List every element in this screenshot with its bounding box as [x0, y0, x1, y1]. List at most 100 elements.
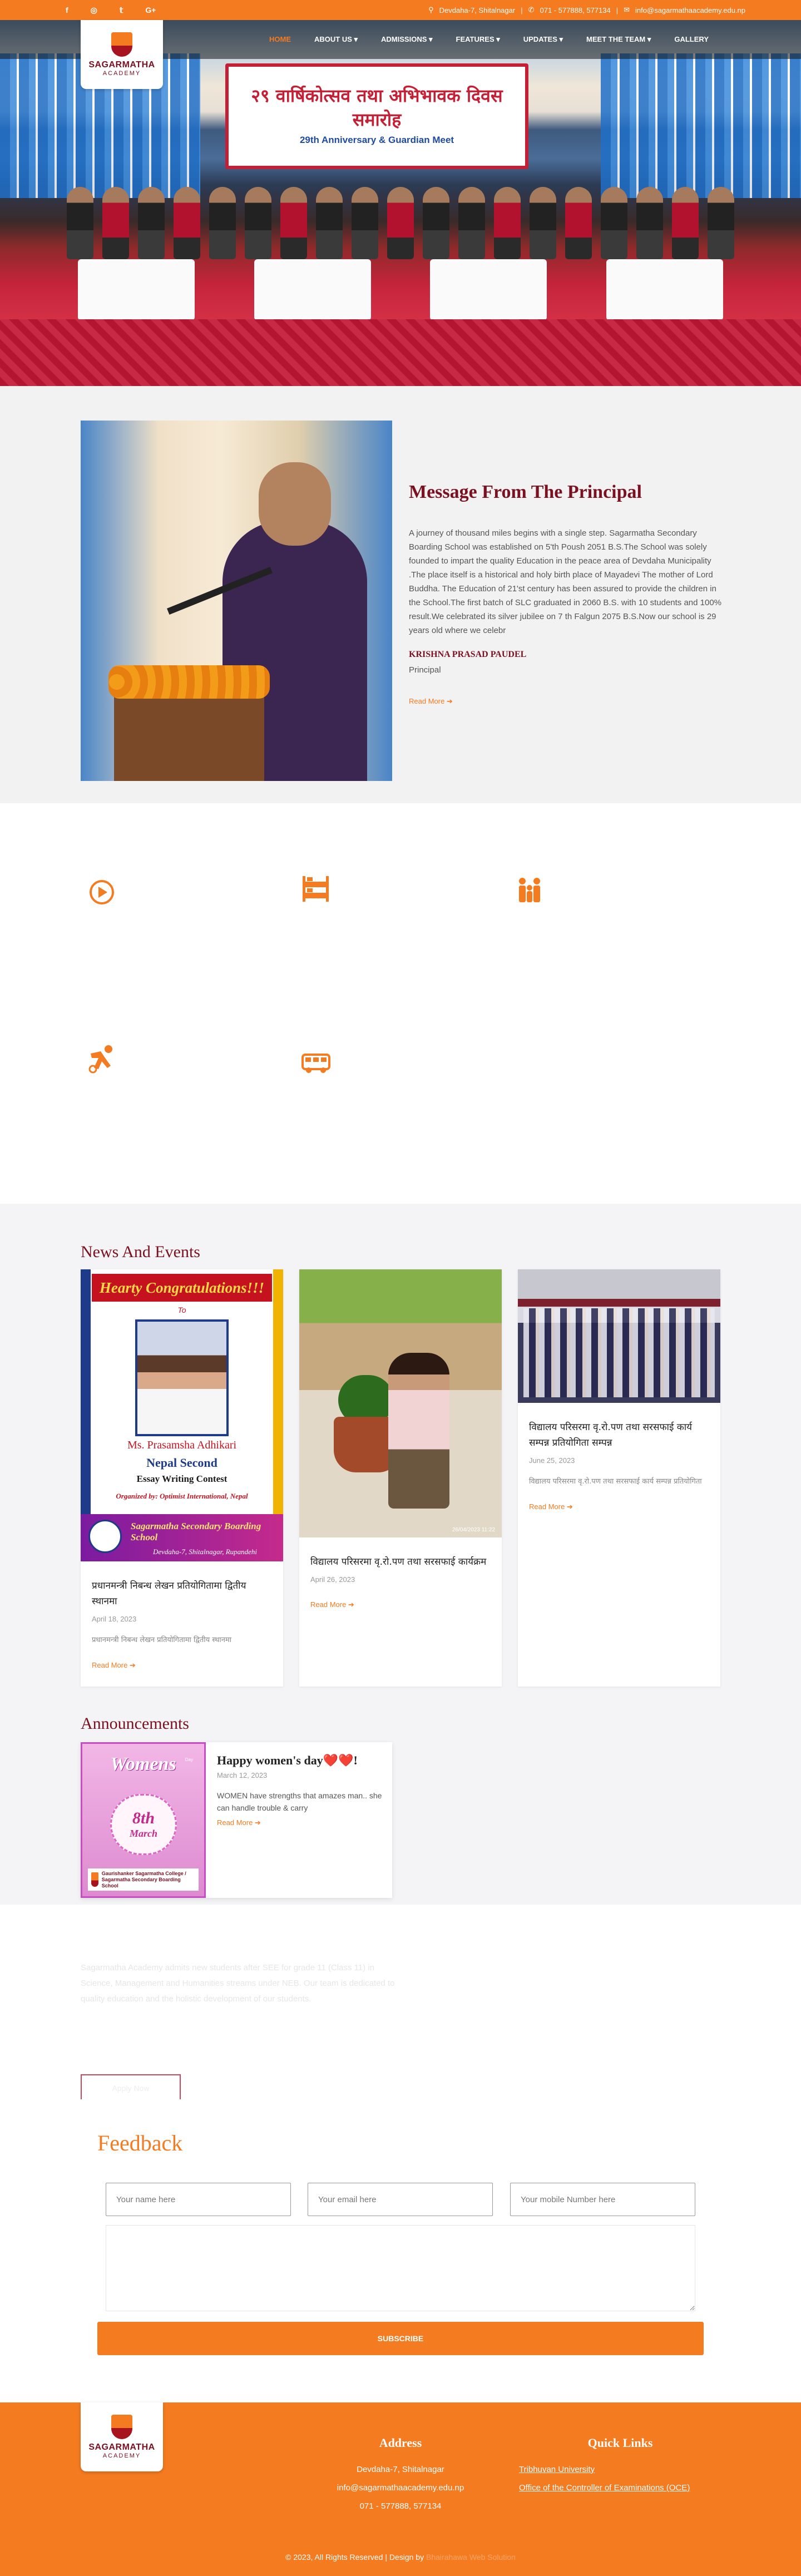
principal-photo: [81, 421, 392, 781]
bunk-bed-icon[interactable]: [300, 873, 332, 904]
designer-link[interactable]: Bhairahawa Web Solution: [426, 2553, 516, 2562]
banner-title: २९ वार्षिकोत्सव तथा अभिभावक दिवस समारोह: [251, 85, 503, 130]
principal-body: A journey of thousand miles begins with …: [409, 528, 722, 635]
hero-banner: २९ वार्षिकोत्सव तथा अभिभावक दिवस समारोह …: [225, 63, 528, 169]
facebook-icon[interactable]: f: [66, 6, 68, 15]
bus-icon[interactable]: [300, 1048, 332, 1079]
news-card[interactable]: 26/04/2023 11:22 विद्यालय परिसरमा वृ.रो.…: [299, 1269, 502, 1687]
nav-admissions[interactable]: ADMISSIONS ▾: [381, 35, 432, 44]
feedback-heading: Feedback: [97, 2130, 183, 2155]
congratulations-poster: Hearty Congratulations!!! To Ms. Prasams…: [81, 1269, 283, 1561]
sports-icon[interactable]: [86, 1044, 117, 1075]
principal-message-section: Message From The Principal A journey of …: [0, 386, 801, 803]
divider: |: [521, 6, 523, 14]
college-crest-icon: [91, 1872, 98, 1887]
announcement-date: March 12, 2023: [217, 1771, 268, 1779]
group-photo: [518, 1269, 720, 1403]
footer-email[interactable]: info@sagarmathaacademy.edu.np: [312, 2483, 490, 2493]
email-input[interactable]: [308, 2183, 493, 2216]
tree-planting-photo: 26/04/2023 11:22: [299, 1269, 502, 1537]
phone-input[interactable]: [510, 2183, 695, 2216]
logo-subtitle: ACADEMY: [102, 70, 141, 77]
subscribe-button[interactable]: SUBSCRIBE: [97, 2322, 704, 2355]
news-read-more-link[interactable]: Read More ➔: [92, 1661, 136, 1670]
poster-address: Devdaha-7, Shitalnagar, Rupandehi: [153, 1547, 258, 1556]
womens-day-poster: Womens Day 8th March Gaurishanker Sagarm…: [81, 1742, 206, 1898]
site-logo[interactable]: SAGARMATHA ACADEMY: [81, 20, 163, 89]
announcement-card[interactable]: Womens Day 8th March Gaurishanker Sagarm…: [81, 1742, 392, 1898]
nav-home[interactable]: HOME: [269, 35, 291, 44]
contact-info: ⚲ Devdaha-7, Shitalnagar | ✆ 071 - 57788…: [428, 6, 745, 14]
announcement-excerpt: WOMEN have strengths that amazes man.. s…: [217, 1791, 382, 1812]
cta-button[interactable]: Apply Now: [81, 2074, 181, 2102]
news-title[interactable]: विद्यालय परिसरमा वृ.रो.पण तथा सरसफाई कार…: [529, 1420, 709, 1451]
nav-meet-the-team[interactable]: MEET THE TEAM ▾: [586, 35, 651, 44]
news-read-more-link[interactable]: Read More ➔: [310, 1600, 354, 1609]
footer-quick-links: Quick Links Tribhuvan University Office …: [501, 2436, 740, 2501]
nav-about-us[interactable]: ABOUT US ▾: [314, 35, 358, 44]
news-card[interactable]: विद्यालय परिसरमा वृ.रो.पण तथा सरसफाई कार…: [518, 1269, 720, 1687]
cta-text: Sagarmatha Academy admits new students a…: [81, 1963, 395, 2004]
principal-read-more-link[interactable]: Read More ➔: [409, 697, 453, 706]
poster-date-month: March: [129, 1828, 157, 1839]
footer-address-heading: Address: [379, 2436, 422, 2450]
news-date: April 18, 2023: [92, 1615, 137, 1623]
copyright: © 2023, All Rights Reserved | Design by …: [0, 2553, 801, 2562]
announcement-title[interactable]: Happy women's day❤️❤️!: [217, 1753, 384, 1768]
footer-link-oce[interactable]: Office of the Controller of Examinations…: [519, 2483, 690, 2493]
poster-day-text: Day: [185, 1757, 193, 1762]
poster-footer: Sagarmatha Secondary Boarding School Dev…: [81, 1514, 283, 1561]
photo-timestamp: 26/04/2023 11:22: [452, 1527, 495, 1533]
poster-event: Essay Writing Contest: [136, 1474, 228, 1484]
poster-student-name: Ms. Prasamsha Adhikari: [127, 1439, 237, 1451]
news-excerpt: प्रधानमन्त्री निबन्ध लेखन प्रतियोगितामा …: [92, 1636, 232, 1644]
logo-name: SAGARMATHA: [88, 2442, 155, 2452]
news-date: June 25, 2023: [529, 1456, 575, 1465]
top-bar: f ◎ 𝕥 G+ ⚲ Devdaha-7, Shitalnagar | ✆ 07…: [0, 0, 801, 20]
nav-updates[interactable]: UPDATES ▾: [523, 35, 563, 44]
twitter-icon[interactable]: 𝕥: [120, 6, 123, 15]
poster-to: To: [177, 1306, 186, 1314]
principal-name: KRISHNA PRASAD PAUDEL: [409, 650, 527, 659]
phone-text: 071 - 577888, 577134: [540, 6, 611, 14]
principal-message: Message From The Principal A journey of …: [409, 482, 723, 706]
logo-subtitle: ACADEMY: [102, 2453, 141, 2459]
poster-date-number: 8th: [132, 1809, 155, 1827]
feedback-section: Feedback SUBSCRIBE: [0, 2099, 801, 2402]
news-title[interactable]: प्रधानमन्त्री निबन्ध लेखन प्रतियोगितामा …: [92, 1578, 272, 1609]
footer-address-line: Devdaha-7, Shitalnagar: [357, 2465, 444, 2474]
news-heading: News And Events: [81, 1243, 200, 1261]
poster-organizer: Organized by: Optimist International, Ne…: [116, 1492, 248, 1500]
poster-school: Sagarmatha Secondary Boarding School: [131, 1521, 261, 1542]
poster-heading: Hearty Congratulations!!!: [92, 1274, 272, 1302]
video-play-icon[interactable]: [86, 877, 117, 908]
phone-icon: ✆: [528, 6, 535, 14]
logo-crest-icon: [111, 32, 132, 57]
instagram-icon[interactable]: ◎: [91, 6, 97, 15]
nav-features[interactable]: FEATURES ▾: [456, 35, 500, 44]
announcements-heading: Announcements: [81, 1714, 189, 1733]
nav-gallery[interactable]: GALLERY: [674, 35, 709, 44]
social-links: f ◎ 𝕥 G+: [66, 6, 156, 15]
footer-phone: 071 - 577888, 577134: [359, 2501, 442, 2511]
email-link[interactable]: info@sagarmathaacademy.edu.np: [635, 6, 745, 14]
footer-link-tribhuvan[interactable]: Tribhuvan University: [519, 2465, 595, 2474]
site-footer: SAGARMATHA ACADEMY Address Devdaha-7, Sh…: [0, 2402, 801, 2576]
family-icon[interactable]: [515, 874, 546, 906]
principal-heading: Message From The Principal: [409, 482, 642, 502]
news-read-more-link[interactable]: Read More ➔: [529, 1502, 573, 1511]
news-card[interactable]: Hearty Congratulations!!! To Ms. Prasams…: [81, 1269, 283, 1687]
news-title[interactable]: विद्यालय परिसरमा वृ.रो.पण तथा सरसफाई कार…: [310, 1554, 491, 1570]
logo-crest-icon: [111, 2415, 132, 2439]
message-textarea[interactable]: [106, 2225, 695, 2311]
poster-logo: Gaurishanker Sagarmatha College / Sagarm…: [88, 1868, 199, 1891]
name-input[interactable]: [106, 2183, 291, 2216]
footer-logo[interactable]: SAGARMATHA ACADEMY: [81, 2402, 163, 2471]
footer-links-heading: Quick Links: [587, 2436, 653, 2450]
announcement-read-more-link[interactable]: Read More ➔: [217, 1818, 261, 1827]
google-plus-icon[interactable]: G+: [145, 6, 156, 15]
news-date: April 26, 2023: [310, 1575, 355, 1584]
hero-tables: [78, 259, 723, 320]
address-text: Devdaha-7, Shitalnagar: [439, 6, 516, 14]
student-photo: [135, 1319, 229, 1436]
